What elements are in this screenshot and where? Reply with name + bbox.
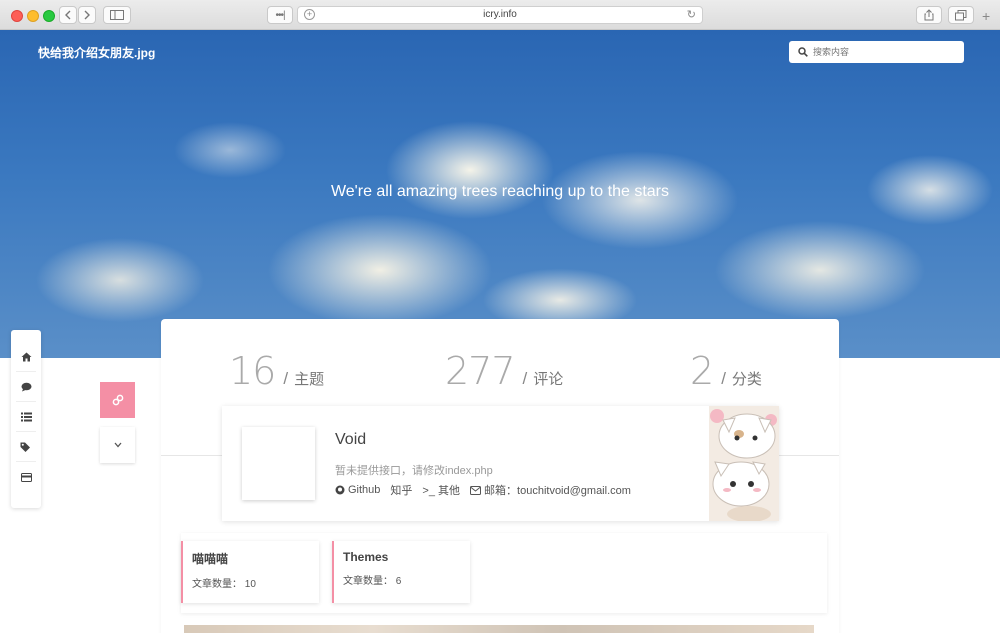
stat-value: 16 <box>229 349 276 393</box>
tabs-icon <box>955 9 967 20</box>
other-label: >_ 其他 <box>422 485 461 497</box>
new-tab-button[interactable]: + <box>982 8 990 24</box>
nav-tags[interactable] <box>16 432 36 462</box>
category-list: 喵喵喵 文章数量： 10 Themes 文章数量： 6 <box>181 533 827 613</box>
stat-comments: 277 / 评论 <box>445 349 563 393</box>
category-card[interactable]: Themes 文章数量： 6 <box>332 541 470 603</box>
share-icon <box>924 9 934 21</box>
stats-row: 16 / 主题 277 / 评论 2 / 分类 <box>161 349 839 399</box>
category-count: 文章数量： 10 <box>192 579 256 590</box>
back-button[interactable] <box>59 6 77 24</box>
main-card: 16 / 主题 277 / 评论 2 / 分类 Void 暂未提供接口，请修改i… <box>161 319 839 633</box>
address-bar[interactable]: + icry.info ↻ <box>297 6 703 24</box>
chevron-down-icon <box>114 442 121 448</box>
stat-posts: 16 / 主题 <box>229 349 324 393</box>
stat-separator: / <box>522 369 528 388</box>
reload-icon[interactable]: ↻ <box>687 7 696 23</box>
stat-categories: 2 / 分类 <box>690 349 762 393</box>
sidebar-toggle-button[interactable] <box>103 6 131 24</box>
expand-button[interactable] <box>100 427 135 463</box>
nav-list[interactable] <box>16 402 36 432</box>
profile-name: Void <box>335 431 367 448</box>
link-icon <box>112 394 123 406</box>
profile-card: Void 暂未提供接口，请修改index.php Github 知乎 >_ 其他… <box>222 406 779 521</box>
tagline: We're all amazing trees reaching up to t… <box>330 183 670 200</box>
category-name: Themes <box>343 550 389 564</box>
site-title[interactable]: 快给我介绍女朋友.jpg <box>38 44 155 61</box>
email-link[interactable]: 邮箱：touchitvoid@gmail.com <box>470 482 631 498</box>
stat-label: 评论 <box>533 371 564 388</box>
github-icon <box>335 485 345 495</box>
share-button[interactable] <box>916 6 942 24</box>
stat-value: 277 <box>445 349 516 393</box>
nav-card[interactable] <box>16 462 36 492</box>
browser-toolbar: •••| + icry.info ↻ + <box>0 0 1000 30</box>
minimize-window-button[interactable] <box>27 10 39 22</box>
stat-value: 2 <box>690 349 714 393</box>
search-box[interactable] <box>789 41 964 63</box>
search-input[interactable] <box>813 47 953 57</box>
profile-description: 暂未提供接口，请修改index.php <box>335 465 493 477</box>
profile-links: Github 知乎 >_ 其他 邮箱：touchitvoid@gmail.com <box>335 482 641 498</box>
stat-separator: / <box>283 369 289 388</box>
close-window-button[interactable] <box>11 10 23 22</box>
chevron-left-icon <box>65 10 71 20</box>
avatar <box>242 427 315 500</box>
category-card[interactable]: 喵喵喵 文章数量： 10 <box>181 541 319 603</box>
more-icon: •••| <box>275 9 285 21</box>
other-link[interactable]: >_ 其他 <box>422 482 460 498</box>
link-button[interactable] <box>100 382 135 418</box>
nav-home[interactable] <box>16 342 36 372</box>
zoom-window-button[interactable] <box>43 10 55 22</box>
forward-button[interactable] <box>78 6 96 24</box>
card-icon <box>20 472 32 482</box>
nav-comments[interactable] <box>16 372 36 402</box>
sidebar-icon <box>110 10 124 20</box>
cats-artwork <box>709 406 779 521</box>
stat-label: 分类 <box>731 371 762 388</box>
cats-illustration <box>709 406 779 521</box>
side-nav <box>11 330 41 508</box>
stat-separator: / <box>721 369 726 388</box>
add-tab-icon: + <box>304 9 315 20</box>
chevron-right-icon <box>84 10 90 20</box>
tags-icon <box>20 442 30 452</box>
post-thumbnail-strip <box>184 625 814 633</box>
category-count: 文章数量： 6 <box>343 576 402 587</box>
zhihu-label: 知乎 <box>390 485 413 497</box>
home-icon <box>21 352 31 361</box>
email-label: 邮箱：touchitvoid@gmail.com <box>484 485 631 497</box>
list-icon <box>20 412 32 421</box>
stat-label: 主题 <box>294 371 325 388</box>
github-link[interactable]: Github <box>335 484 380 496</box>
comment-icon <box>21 382 31 391</box>
tabs-overview-button[interactable] <box>948 6 974 24</box>
hero-banner: 快给我介绍女朋友.jpg We're all amazing trees rea… <box>0 30 1000 358</box>
category-name: 喵喵喵 <box>192 552 229 566</box>
extensions-button[interactable]: •••| <box>267 6 293 24</box>
envelope-icon <box>470 485 482 495</box>
search-icon <box>798 47 808 57</box>
zhihu-link[interactable]: 知乎 <box>390 482 412 498</box>
github-label: Github <box>348 484 381 496</box>
url-text: icry.info <box>483 9 517 20</box>
